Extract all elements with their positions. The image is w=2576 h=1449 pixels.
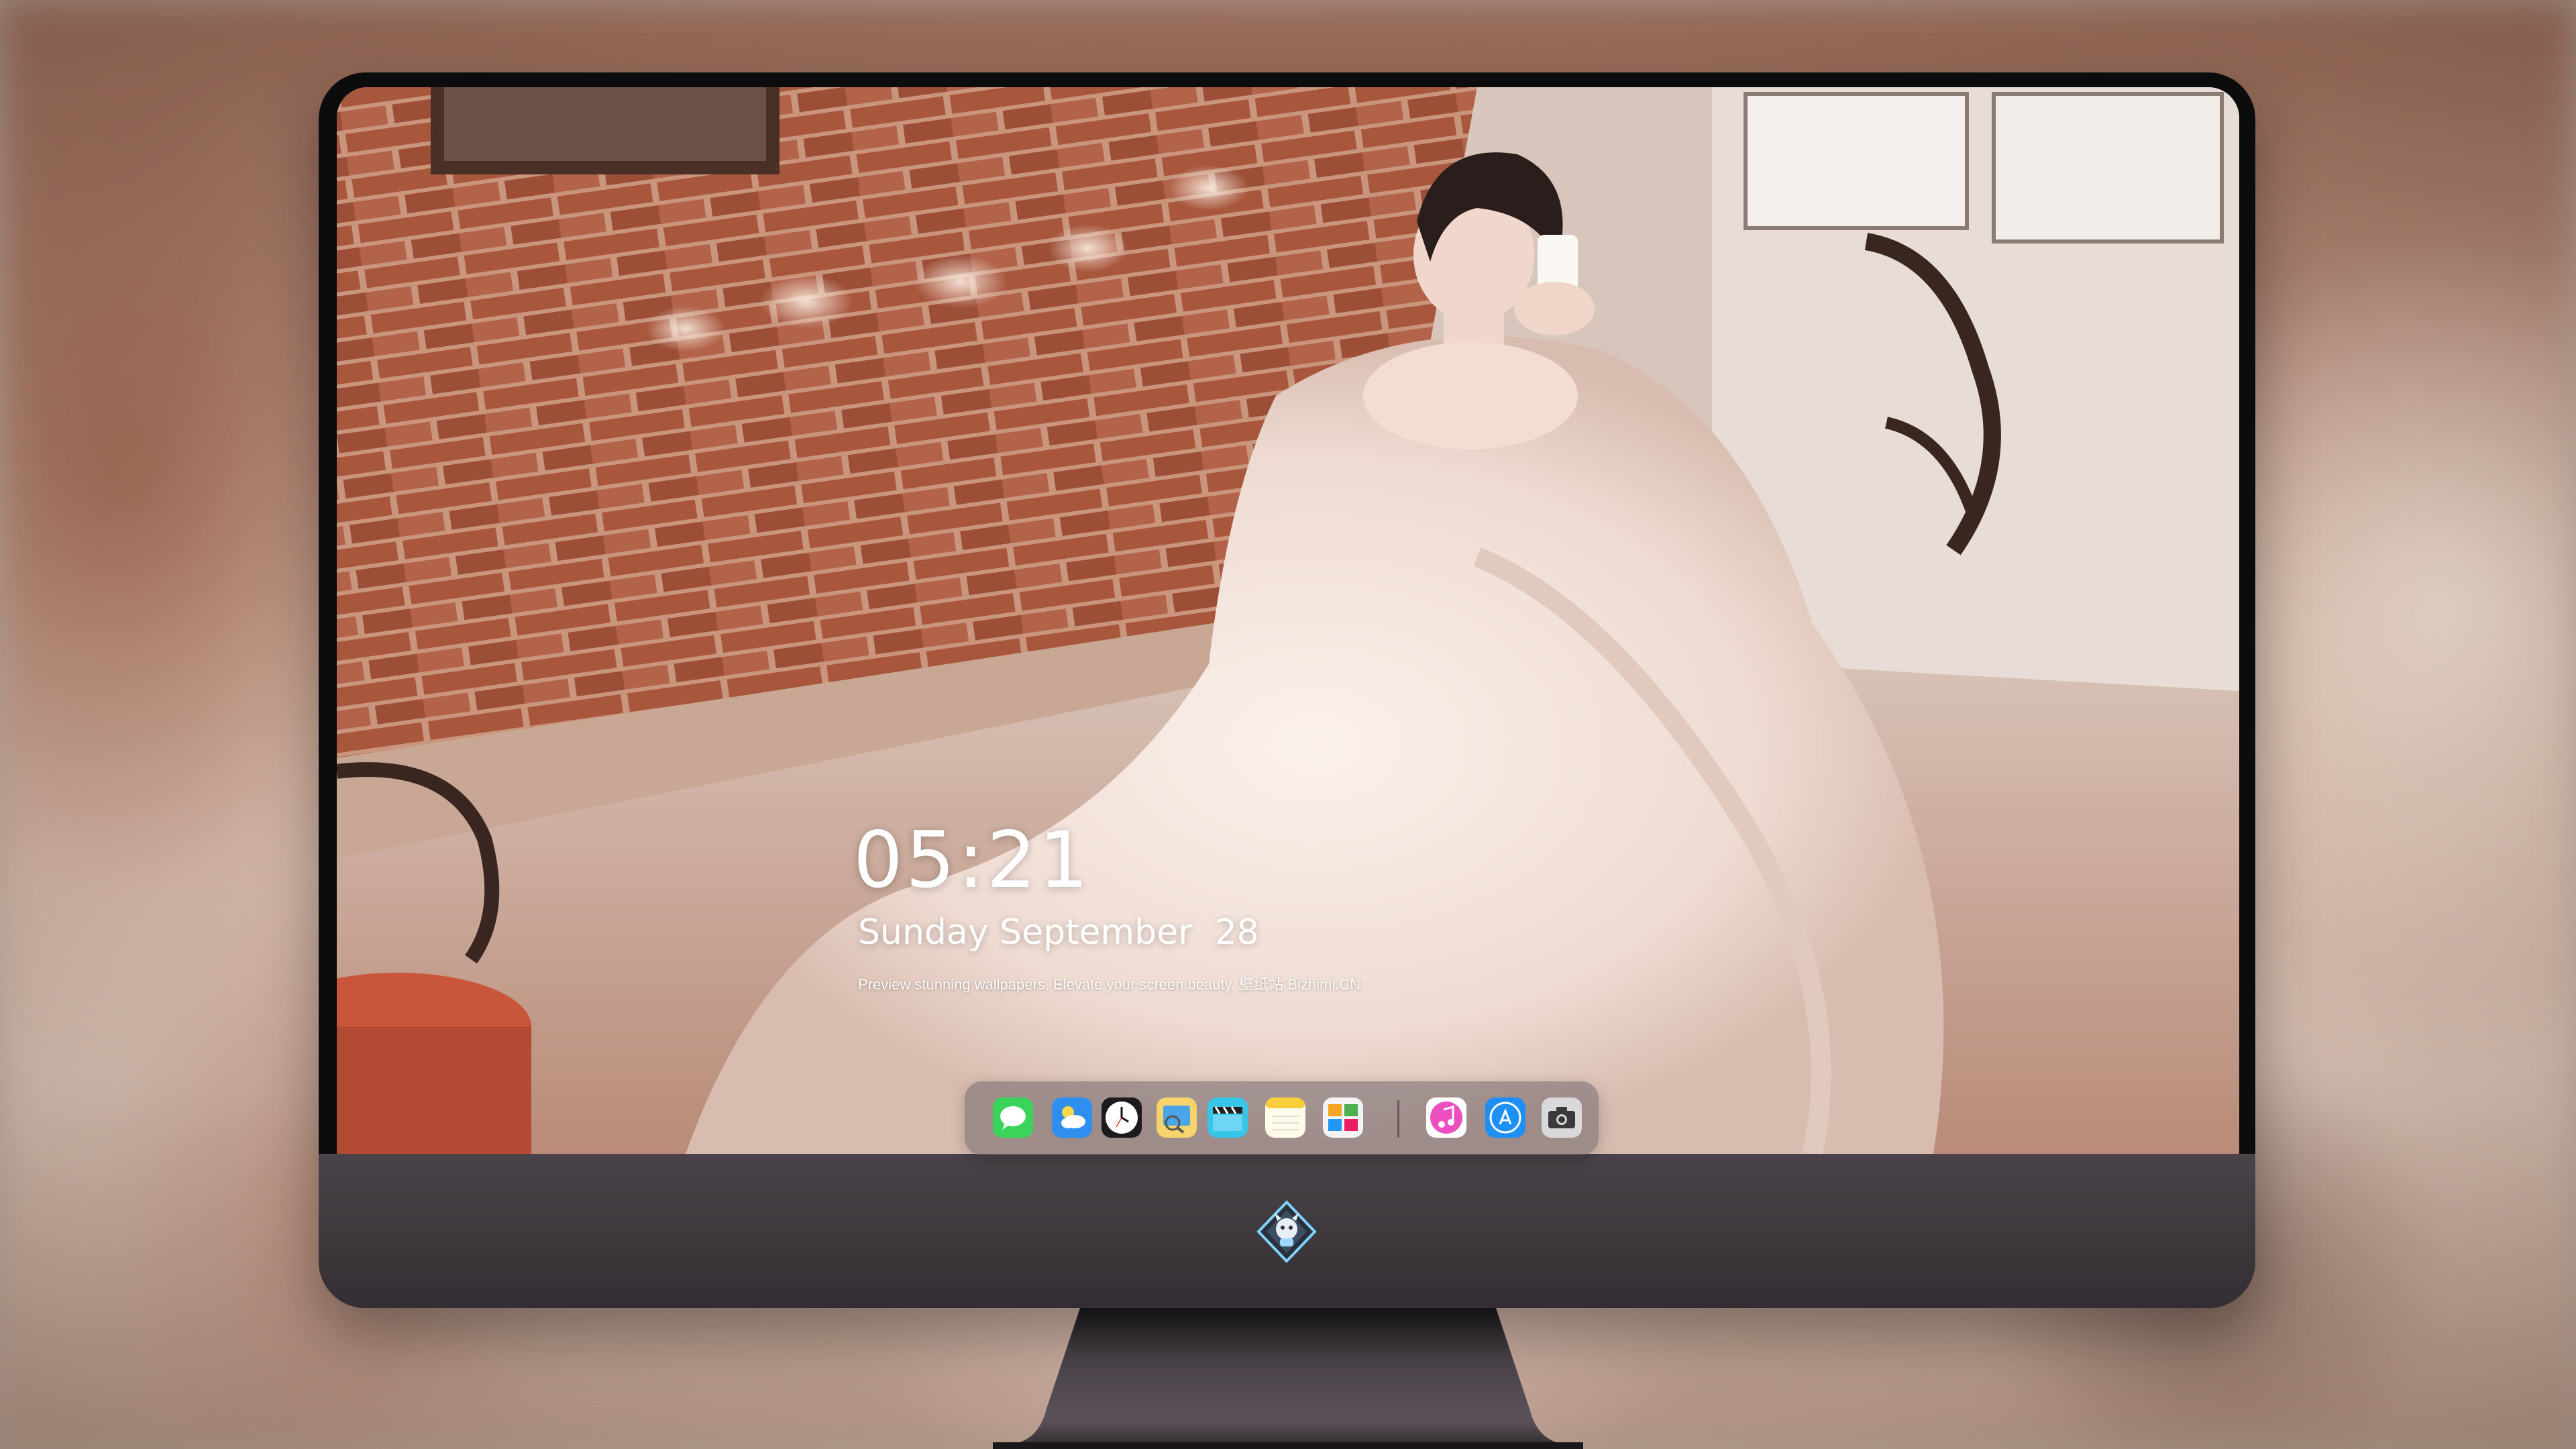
photo-booth-icon[interactable]: [1323, 1097, 1363, 1138]
preview-icon[interactable]: [1157, 1097, 1197, 1138]
lockscreen-clock: 05:21: [853, 815, 1091, 906]
screen: 05:21 Sunday September 28 Preview stunni…: [337, 87, 2239, 1154]
clapper-icon[interactable]: [1208, 1097, 1248, 1138]
brand-logo-icon: [1256, 1200, 1317, 1263]
monitor-stand: [993, 1308, 1583, 1449]
weather-icon[interactable]: [1052, 1097, 1092, 1138]
notes-icon[interactable]: [1265, 1097, 1305, 1138]
camera-icon[interactable]: [1542, 1097, 1582, 1138]
messages-icon[interactable]: [993, 1097, 1033, 1138]
lockscreen-date: Sunday September 28: [858, 912, 1259, 953]
dock-separator: [1397, 1100, 1399, 1138]
clock-icon[interactable]: [1102, 1097, 1142, 1138]
music-icon[interactable]: [1426, 1097, 1466, 1138]
wallpaper-tagline: Preview stunning wallpapers. Elevate you…: [858, 976, 1361, 993]
app-store-icon[interactable]: [1485, 1097, 1525, 1138]
